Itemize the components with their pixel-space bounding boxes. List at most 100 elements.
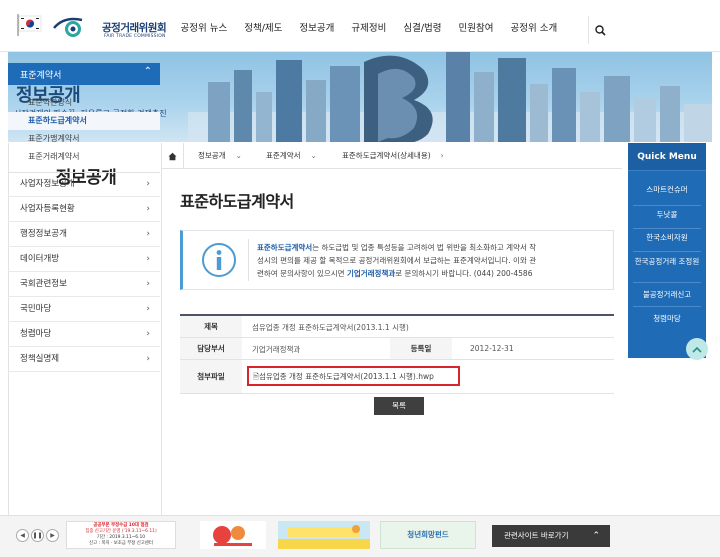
nav-item-regulation[interactable]: 규제정비 — [343, 20, 395, 40]
nav-item-news[interactable]: 공정위 뉴스 — [172, 20, 236, 40]
breadcrumb: 정보공개 ⌄ 표준계약서 ⌄ 표준하도급계약서(상세내용) › — [162, 143, 622, 169]
main-nav: 공정위 뉴스 정책/제도 정보공개 규제정비 심결/법령 민원참여 공정위 소개 — [172, 20, 566, 40]
chevron-right-icon: › — [146, 229, 150, 239]
nav-item-about[interactable]: 공정위 소개 — [502, 20, 566, 40]
site-header: 공정거래위원회 FAIR TRADE COMMISSION 공정위 뉴스 정책/… — [0, 0, 720, 52]
banner-image — [278, 521, 370, 549]
table-row-attachment: 첨부파일 🖹섬유업종 개정 표준하도급계약서(2013.1.1 시행).hwp — [180, 360, 614, 394]
ftc-logo-icon — [53, 17, 83, 37]
side-menu-item-admin-info[interactable]: 행정정보공개 › — [8, 222, 160, 247]
quick-item-integrity[interactable]: 청렴마당 — [633, 309, 701, 331]
chevron-up-icon: ⌃ — [592, 531, 600, 541]
side-menu-item-label: 정책실명제 — [20, 354, 60, 364]
quick-item-consumer-agency[interactable]: 한국소비자원 — [633, 230, 701, 252]
side-menu-item-standard-contract[interactable]: 표준계약서 ⌃ — [8, 63, 160, 85]
quick-item-report[interactable]: 불공정거래신고 — [633, 285, 701, 307]
breadcrumb-label: 표준하도급계약서(상세내용) — [342, 151, 431, 160]
attachment-link[interactable]: 🖹섬유업종 개정 표준하도급계약서(2013.1.1 시행).hwp — [253, 371, 434, 384]
side-menu-item-integrity[interactable]: 청렴마당 › — [8, 322, 160, 347]
table-row-subject: 제목 섬유업종 개정 표준하도급계약서(2013.1.1 시행) — [180, 316, 614, 338]
info-text-segment: 련하여 문의사항이 있으시면 — [257, 269, 347, 278]
dept-value: 기업거래정책과 — [252, 345, 301, 354]
banner-image — [200, 521, 266, 549]
side-menu-item-assembly[interactable]: 국회관련정보 › — [8, 272, 160, 297]
chevron-up-icon: ⌃ — [143, 66, 152, 77]
search-button[interactable] — [588, 16, 612, 44]
footer-banner-3[interactable] — [278, 521, 370, 549]
side-menu-item-label: 사업자정보공개 — [20, 179, 75, 189]
table-header-date: 등록일 — [390, 338, 452, 359]
submenu-item-franchise[interactable]: 표준가맹계약서 — [8, 130, 160, 148]
breadcrumb-label: 표준계약서 — [266, 151, 301, 160]
nav-item-law[interactable]: 심결/법령 — [395, 20, 450, 40]
side-menu-item-citizen[interactable]: 국민마당 › — [8, 297, 160, 322]
footer-banner-4[interactable]: 청년희망펀드 — [380, 521, 476, 549]
city-skyline-image — [188, 52, 712, 142]
footer-banner-1-line: 신고 : 복지 · 보조금 부정 신고센터 — [89, 541, 153, 546]
info-line-1: 표준하도급계약서는 하도급법 및 업종 특성등을 고려하여 법 위반을 최소화하… — [257, 241, 607, 254]
chevron-right-icon: › — [146, 179, 150, 189]
list-button[interactable]: 목록 — [374, 397, 424, 415]
nav-item-civil[interactable]: 민원참여 — [450, 20, 502, 40]
next-icon: ▶ — [50, 532, 55, 539]
attachment-filename: 섬유업종 개정 표준하도급계약서(2013.1.1 시행).hwp — [259, 372, 434, 381]
side-menu-item-business-info[interactable]: 사업자정보공개 › — [8, 172, 160, 197]
footer-banner-2[interactable] — [200, 521, 266, 549]
submenu-item-subcontract[interactable]: 표준하도급계약서 — [8, 112, 160, 130]
side-menu-item-business-registration[interactable]: 사업자등록현황 › — [8, 197, 160, 222]
side-menu-item-label: 사업자등록현황 — [20, 204, 75, 214]
nav-item-policy[interactable]: 정책/제도 — [236, 20, 291, 40]
footer-banner-bar: ◀ ❚❚ ▶ 공공부문 부정수급 10대 점검 집중 신고기간 운영 ('19.… — [0, 515, 720, 557]
side-menu-item-label: 국회관련정보 — [20, 279, 67, 289]
prev-icon: ◀ — [20, 532, 25, 539]
submenu-item-trade[interactable]: 표준거래계약서 — [8, 148, 160, 166]
nav-item-info[interactable]: 정보공개 — [291, 20, 343, 40]
chevron-right-icon: › — [440, 151, 444, 160]
info-line-3: 련하여 문의사항이 있으시면 기업거래정책과로 문의하시기 바랍니다. (044… — [257, 267, 607, 280]
banner-pause-button[interactable]: ❚❚ — [31, 529, 44, 542]
quick-item-donotcall[interactable]: 두낫콜 — [633, 207, 701, 229]
footer-banner-1[interactable]: 공공부문 부정수급 10대 점검 집중 신고기간 운영 ('19.3.11~6.… — [66, 521, 176, 549]
home-button[interactable] — [162, 143, 184, 169]
chevron-right-icon: › — [146, 254, 150, 264]
side-menu-item-open-data[interactable]: 데이터개방 › — [8, 247, 160, 272]
info-text: 표준하도급계약서는 하도급법 및 업종 특성등을 고려하여 법 위반을 최소화하… — [257, 241, 607, 280]
breadcrumb-item-current[interactable]: 표준하도급계약서(상세내용) › — [342, 143, 444, 169]
logo[interactable]: 공정거래위원회 FAIR TRADE COMMISSION — [52, 16, 172, 42]
date-value: 2012-12-31 — [470, 344, 514, 353]
detail-table: 제목 섬유업종 개정 표준하도급계약서(2013.1.1 시행) 담당부서 기업… — [180, 314, 614, 394]
quick-item-mediation[interactable]: 한국공정거래 조정원 — [633, 253, 701, 283]
related-sites-button[interactable]: 관련사이트 바로가기 ⌃ — [492, 525, 610, 547]
breadcrumb-item-info[interactable]: 정보공개 ⌄ — [198, 143, 242, 169]
submenu-item-terms[interactable]: 표준약관양식 — [8, 94, 160, 112]
divider — [248, 239, 249, 281]
table-header-attachment: 첨부파일 — [180, 360, 242, 393]
info-highlight: 기업거래정책과 — [346, 269, 396, 278]
breadcrumb-item-contract[interactable]: 표준계약서 ⌄ — [266, 143, 317, 169]
breadcrumb-label: 정보공개 — [198, 151, 226, 160]
chevron-up-icon — [692, 346, 702, 353]
info-text-segment: 는 하도급법 및 업종 특성등을 고려하여 법 위반을 최소화하고 계약서 작 — [312, 243, 537, 252]
banner-prev-button[interactable]: ◀ — [16, 529, 29, 542]
chevron-right-icon: › — [146, 279, 150, 289]
info-box: 표준하도급계약서는 하도급법 및 업종 특성등을 고려하여 법 위반을 최소화하… — [180, 230, 614, 290]
korea-flag-icon — [17, 14, 42, 36]
subject-value: 섬유업종 개정 표준하도급계약서(2013.1.1 시행) — [252, 323, 409, 332]
quick-menu: Quick Menu 스마트컨슈머 두낫콜 한국소비자원 한국공정거래 조정원 … — [628, 143, 706, 358]
side-menu-list: 사업자정보공개 › 사업자등록현황 › 행정정보공개 › 데이터개방 › 국회관련정보 ›… — [8, 172, 160, 372]
side-menu-item-label: 국민마당 — [20, 304, 52, 314]
footer-banner-4-text: 청년희망펀드 — [407, 530, 449, 539]
info-icon — [202, 243, 236, 277]
chevron-right-icon: › — [146, 354, 150, 364]
quick-item-smart-consumer[interactable]: 스마트컨슈머 — [633, 184, 701, 206]
scroll-top-button[interactable] — [686, 338, 708, 360]
info-highlight: 표준하도급계약서 — [257, 243, 313, 252]
info-line-2: 성시의 편의를 제공 할 목적으로 공정거래위원회에서 보급하는 표준계약서입니… — [257, 256, 537, 265]
table-header-subject: 제목 — [180, 316, 242, 337]
logo-text: 공정거래위원회 — [102, 22, 167, 34]
side-menu-item-label: 표준계약서 — [20, 71, 62, 81]
chevron-down-icon: ⌄ — [235, 151, 242, 160]
chevron-right-icon: › — [146, 204, 150, 214]
side-menu-item-policy-name[interactable]: 정책실명제 › — [8, 347, 160, 372]
banner-next-button[interactable]: ▶ — [46, 529, 59, 542]
